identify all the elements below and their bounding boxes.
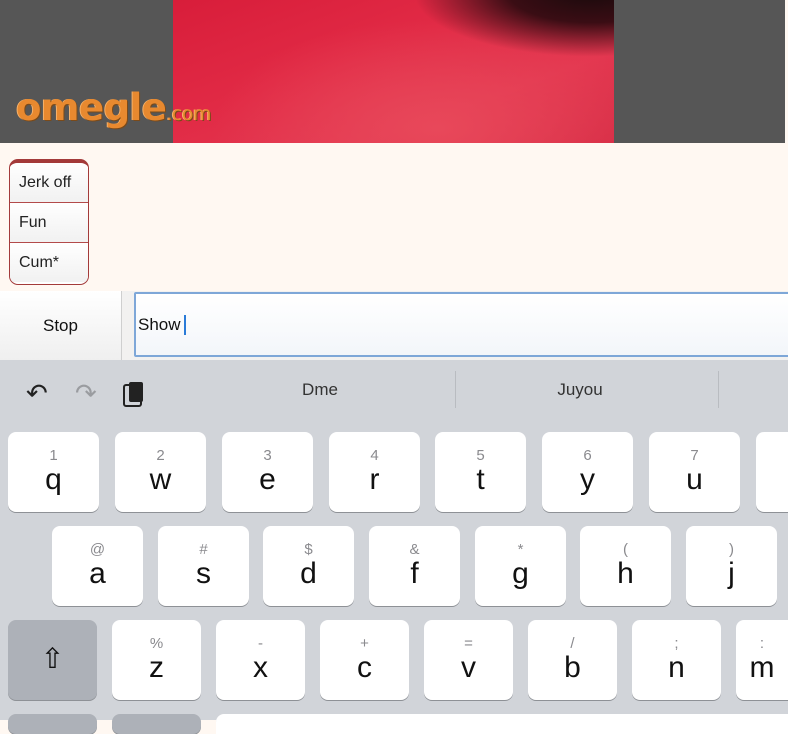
- key-e[interactable]: 3e: [222, 432, 313, 512]
- interest-item[interactable]: Fun: [10, 203, 88, 243]
- key-y[interactable]: 6y: [542, 432, 633, 512]
- key-u[interactable]: 7u: [649, 432, 740, 512]
- key-c[interactable]: + c: [320, 620, 409, 700]
- key-m[interactable]: :m: [736, 620, 788, 700]
- onscreen-keyboard: ↶ ↷ Dme Juyou 1q 2w 3e 4r 5t 6y 7u @ a # s…: [0, 360, 788, 734]
- key-f[interactable]: & f: [369, 526, 460, 606]
- video-panel: omegle.com: [0, 0, 785, 143]
- suggestion-1[interactable]: Dme: [270, 380, 370, 400]
- text-caret: [183, 314, 186, 335]
- key-d[interactable]: $ d: [263, 526, 354, 606]
- key-x[interactable]: -x: [216, 620, 305, 700]
- undo-icon[interactable]: ↶: [26, 378, 48, 409]
- interests-list: Jerk off Fun Cum*: [9, 159, 89, 285]
- chat-input[interactable]: Show: [134, 292, 788, 357]
- emoji-key[interactable]: [112, 714, 201, 734]
- stop-button[interactable]: Stop: [0, 291, 122, 360]
- shift-key[interactable]: ⇧: [8, 620, 97, 700]
- space-key[interactable]: [216, 714, 788, 734]
- key-z[interactable]: % z: [112, 620, 201, 700]
- suggestion-bar: ↶ ↷ Dme Juyou: [0, 360, 788, 422]
- key-q[interactable]: 1q: [8, 432, 99, 512]
- key-r[interactable]: 4r: [329, 432, 420, 512]
- key-j[interactable]: ) j: [686, 526, 777, 606]
- key-w[interactable]: 2w: [115, 432, 206, 512]
- key-s[interactable]: # s: [158, 526, 249, 606]
- shift-icon: ⇧: [40, 643, 65, 674]
- redo-icon[interactable]: ↷: [75, 378, 97, 409]
- key-b[interactable]: / b: [528, 620, 617, 700]
- key-g[interactable]: * g: [475, 526, 566, 606]
- suggestion-divider: [718, 371, 719, 408]
- key-h[interactable]: (h: [580, 526, 671, 606]
- key-n[interactable]: ; n: [632, 620, 721, 700]
- chat-input-text: Show: [138, 314, 181, 334]
- key-i-partial[interactable]: [756, 432, 788, 512]
- chat-controls: Stop Show: [0, 291, 788, 360]
- suggestion-divider: [455, 371, 456, 408]
- omegle-logo: omegle.com: [16, 86, 211, 129]
- key-a[interactable]: @ a: [52, 526, 143, 606]
- interest-item[interactable]: Jerk off: [10, 163, 88, 203]
- suggestion-2[interactable]: Juyou: [530, 380, 630, 400]
- paste-icon[interactable]: [121, 380, 147, 414]
- stranger-video: [173, 0, 614, 143]
- key-t[interactable]: 5t: [435, 432, 526, 512]
- numbers-key[interactable]: [8, 714, 97, 734]
- interest-item[interactable]: Cum*: [10, 243, 88, 282]
- key-v[interactable]: = v: [424, 620, 513, 700]
